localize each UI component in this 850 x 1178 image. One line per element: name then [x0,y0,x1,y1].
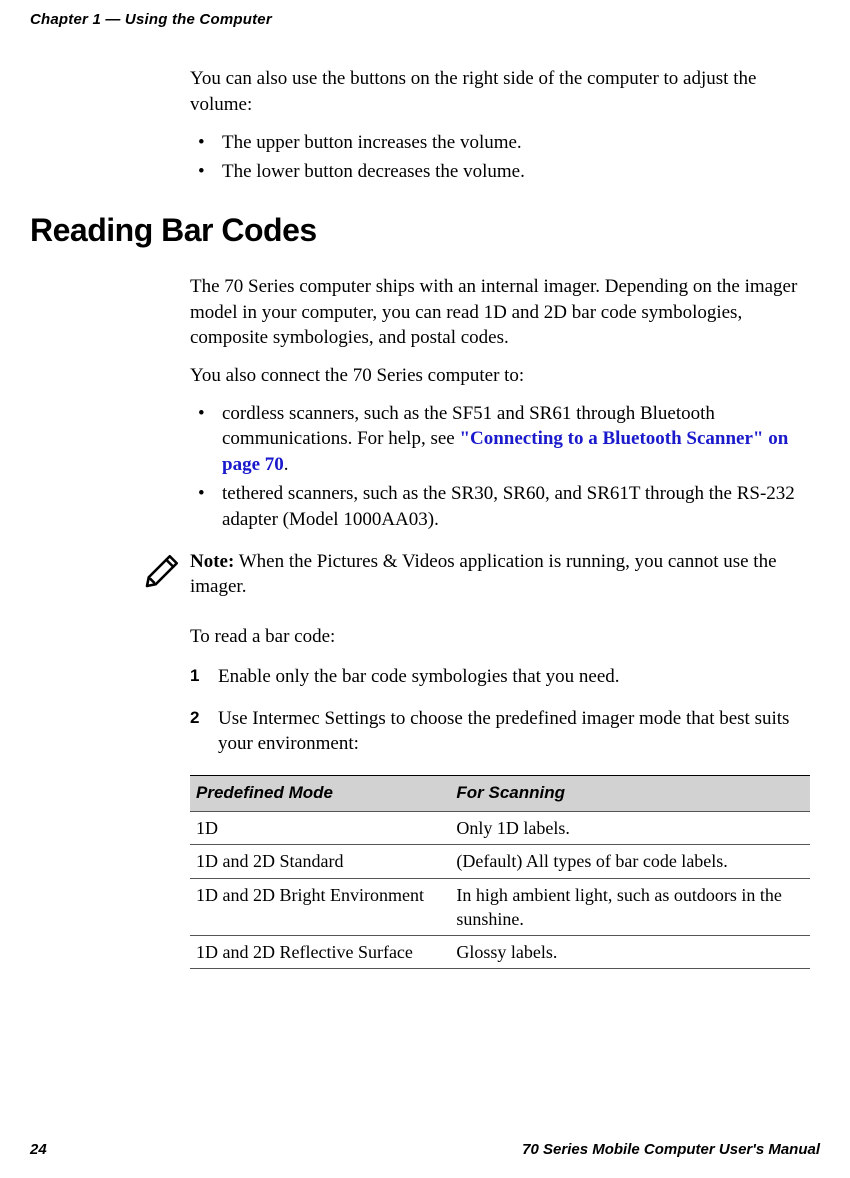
table-header-scanning: For Scanning [450,775,810,811]
table-cell: 1D [190,811,450,844]
page-number: 24 [30,1140,47,1160]
table-cell: Glossy labels. [450,936,810,969]
table-cell: Only 1D labels. [450,811,810,844]
to-read-paragraph: To read a bar code: [190,624,810,650]
bullet-text-post: . [284,454,289,475]
predefined-mode-table: Predefined Mode For Scanning 1D Only 1D … [190,775,810,969]
step-item: 1 Enable only the bar code symbologies t… [190,664,810,690]
connect-bullet-list: cordless scanners, such as the SF51 and … [190,401,810,533]
running-header: Chapter 1 — Using the Computer [30,10,820,30]
table-cell: 1D and 2D Bright Environment [190,878,450,936]
connect-paragraph: You also connect the 70 Series computer … [190,363,810,389]
step-item: 2 Use Intermec Settings to choose the pr… [190,706,810,757]
pencil-note-icon [140,551,182,601]
table-cell: (Default) All types of bar code labels. [450,845,810,878]
table-cell: 1D and 2D Standard [190,845,450,878]
list-item: The lower button decreases the volume. [190,159,810,185]
list-item: tethered scanners, such as the SR30, SR6… [190,481,810,532]
table-row: 1D and 2D Bright Environment In high amb… [190,878,810,936]
steps-list: 1 Enable only the bar code symbologies t… [190,664,810,757]
note-text: When the Pictures & Videos application i… [190,551,777,598]
intro-paragraph: You can also use the buttons on the righ… [190,66,810,117]
volume-bullet-list: The upper button increases the volume. T… [190,130,810,185]
imager-paragraph: The 70 Series computer ships with an int… [190,274,810,351]
section-heading: Reading Bar Codes [30,209,810,252]
list-item: The upper button increases the volume. [190,130,810,156]
table-row: 1D and 2D Reflective Surface Glossy labe… [190,936,810,969]
table-cell: 1D and 2D Reflective Surface [190,936,450,969]
step-text: Use Intermec Settings to choose the pred… [218,708,789,755]
table-row: 1D Only 1D labels. [190,811,810,844]
table-row: 1D and 2D Standard (Default) All types o… [190,845,810,878]
step-text: Enable only the bar code symbologies tha… [218,666,620,687]
manual-title-footer: 70 Series Mobile Computer User's Manual [522,1140,820,1160]
step-number: 2 [190,707,199,730]
note-label: Note: [190,551,234,572]
table-cell: In high ambient light, such as outdoors … [450,878,810,936]
step-number: 1 [190,665,199,688]
table-header-mode: Predefined Mode [190,775,450,811]
note-block: Note: When the Pictures & Videos applica… [140,549,810,601]
list-item: cordless scanners, such as the SF51 and … [190,401,810,478]
